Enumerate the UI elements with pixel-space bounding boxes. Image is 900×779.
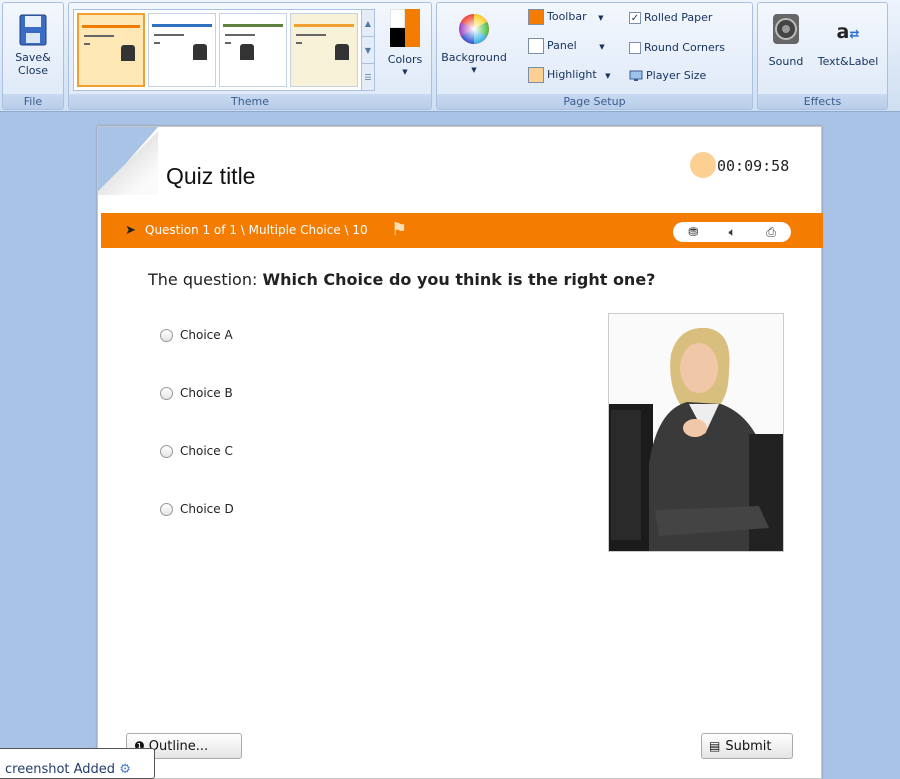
choice-label: Choice A xyxy=(180,328,233,342)
round-corners-box xyxy=(629,42,641,54)
radio-button[interactable] xyxy=(160,387,173,400)
question-text: The question: Which Choice do you think … xyxy=(148,270,655,289)
scroll-down-icon[interactable]: ▼ xyxy=(362,37,374,64)
toolbar-color-swatch xyxy=(528,9,544,25)
speaker-icon xyxy=(773,14,799,44)
submit-button[interactable]: ▤ Submit xyxy=(701,733,793,759)
sound-button[interactable]: Sound xyxy=(762,13,810,68)
save-close-label-2: Close xyxy=(18,64,48,77)
save-icon xyxy=(19,14,47,46)
choice-label: Choice D xyxy=(180,502,234,516)
panel-color-picker[interactable]: Panel ▼ xyxy=(528,38,605,54)
theme-thumb-2[interactable] xyxy=(148,13,216,87)
question-tools: ⛃ 🔈︎ ⎙ xyxy=(673,222,791,242)
theme-thumb-1[interactable] xyxy=(77,13,145,87)
choice-b[interactable]: Choice B xyxy=(160,386,233,400)
colors-dropdown-icon: ▼ xyxy=(402,68,408,76)
radio-button[interactable] xyxy=(160,503,173,516)
timer: 00:09:58 xyxy=(717,157,790,175)
colors-label: Colors xyxy=(387,53,423,66)
submit-icon: ▤ xyxy=(709,739,721,753)
player-size-label: Player Size xyxy=(646,69,707,82)
colors-icon xyxy=(390,9,420,47)
choice-label: Choice C xyxy=(180,444,233,458)
question-body: Which Choice do you think is the right o… xyxy=(262,270,656,289)
theme-gallery xyxy=(73,9,363,91)
highlight-color-swatch xyxy=(528,67,544,83)
toolbar-color-picker[interactable]: Toolbar ▼ xyxy=(528,9,604,25)
sound-label: Sound xyxy=(768,55,804,68)
toolbar-color-label: Toolbar xyxy=(547,10,587,23)
background-dropdown-icon: ▼ xyxy=(471,66,477,74)
settings-icon[interactable]: ⚙ xyxy=(119,762,131,777)
choice-c[interactable]: Choice C xyxy=(160,444,233,458)
scroll-up-icon[interactable]: ▲ xyxy=(362,10,374,37)
save-close-button[interactable]: Save& Close xyxy=(7,7,59,77)
collapse-arrow-icon[interactable]: ➤ xyxy=(125,223,136,238)
toast-text: creenshot Added xyxy=(5,762,116,777)
toolbar-dropdown-icon: ▼ xyxy=(598,14,604,22)
file-group-label: File xyxy=(3,94,63,109)
colors-button[interactable]: Colors ▼ xyxy=(383,9,427,79)
print-icon[interactable]: ⎙ xyxy=(766,225,776,240)
rolled-paper-checkbox[interactable]: ✓ Rolled Paper xyxy=(629,11,712,24)
panel-dropdown-icon: ▼ xyxy=(599,43,605,51)
question-bar: ➤ Question 1 of 1 \ Multiple Choice \ 10… xyxy=(101,213,823,248)
round-corners-label: Round Corners xyxy=(644,41,726,54)
theme-gallery-scroll[interactable]: ▲ ▼ ☰ xyxy=(361,9,375,91)
round-corners-checkbox[interactable]: Round Corners xyxy=(629,41,725,54)
choice-label: Choice B xyxy=(180,386,233,400)
attachment-icon[interactable]: ⛃ xyxy=(688,225,698,239)
page-setup-group-label: Page Setup xyxy=(437,94,752,109)
screenshot-toast[interactable]: creenshot Added ⚙ xyxy=(0,748,155,779)
outline-label: Outline... xyxy=(148,738,209,754)
background-button[interactable]: Background ▼ xyxy=(441,13,507,77)
checkmark-icon: ✓ xyxy=(629,12,641,24)
flag-icon[interactable]: ⚑ xyxy=(391,219,407,240)
businesswoman-image xyxy=(609,314,783,551)
save-close-label-1: Save& xyxy=(15,51,51,64)
text-label-label: Text&Label xyxy=(817,55,879,68)
gallery-more-icon[interactable]: ☰ xyxy=(362,64,374,91)
background-label: Background xyxy=(441,51,507,64)
ribbon: Save& Close File ▲ ▼ ☰ Colors ▼ Theme Ba… xyxy=(0,0,900,112)
submit-label: Submit xyxy=(725,738,772,754)
monitor-icon xyxy=(629,70,643,81)
quiz-slide: Quiz title 00:09:58 ➤ Question 1 of 1 \ … xyxy=(97,126,823,779)
panel-color-swatch xyxy=(528,38,544,54)
highlight-dropdown-icon: ▼ xyxy=(605,72,611,80)
question-meta: Question 1 of 1 \ Multiple Choice \ 10 xyxy=(145,223,368,237)
choice-a[interactable]: Choice A xyxy=(160,328,233,342)
theme-thumb-3[interactable] xyxy=(219,13,287,87)
question-prefix: The question: xyxy=(148,270,263,289)
theme-group: ▲ ▼ ☰ Colors ▼ Theme xyxy=(68,2,432,110)
radio-button[interactable] xyxy=(160,445,173,458)
rolled-paper-label: Rolled Paper xyxy=(644,11,713,24)
effects-group: Sound a⇄ Text&Label Effects xyxy=(757,2,888,110)
quiz-title: Quiz title xyxy=(166,163,256,189)
theme-group-label: Theme xyxy=(69,94,431,109)
page-setup-group: Background ▼ Toolbar ▼ Panel ▼ Highlight… xyxy=(436,2,753,110)
translate-icon: a⇄ xyxy=(836,21,860,43)
theme-thumb-4[interactable] xyxy=(290,13,358,87)
player-size-button[interactable]: Player Size xyxy=(629,69,706,82)
file-group: Save& Close File xyxy=(2,2,64,110)
color-wheel-icon xyxy=(459,14,489,44)
choice-d[interactable]: Choice D xyxy=(160,502,234,516)
audio-icon[interactable]: 🔈︎ xyxy=(729,225,736,240)
radio-button[interactable] xyxy=(160,329,173,342)
text-label-button[interactable]: a⇄ Text&Label xyxy=(814,13,882,68)
timer-indicator xyxy=(690,152,716,178)
panel-color-label: Panel xyxy=(547,39,577,52)
effects-group-label: Effects xyxy=(758,94,887,109)
highlight-color-label: Highlight xyxy=(547,68,597,81)
highlight-color-picker[interactable]: Highlight ▼ xyxy=(528,67,611,83)
page-curl-shadow xyxy=(98,127,158,195)
question-photo xyxy=(608,313,784,552)
